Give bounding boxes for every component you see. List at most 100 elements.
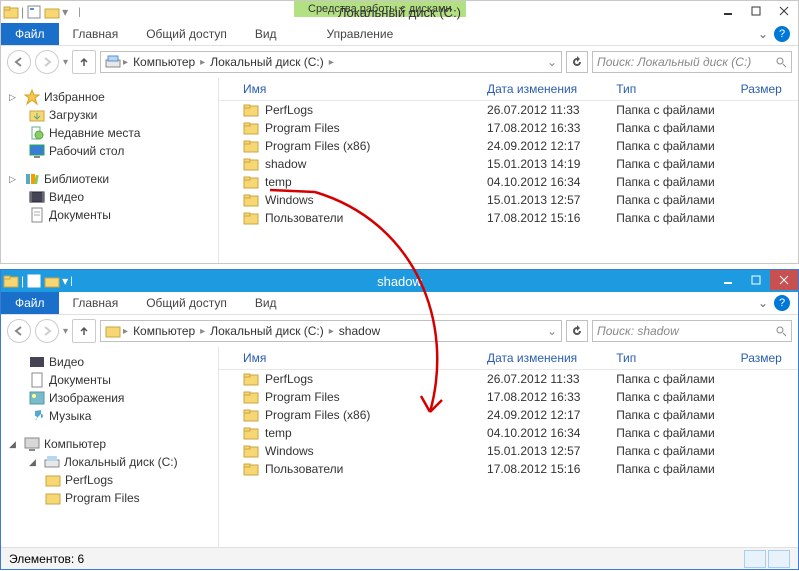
nav-desktop[interactable]: Рабочий стол (1, 142, 218, 160)
file-type: Папка с файлами (616, 139, 740, 153)
forward-button[interactable] (35, 50, 59, 74)
help-icon[interactable]: ? (774, 26, 790, 42)
view-details-button[interactable] (744, 550, 766, 568)
col-date[interactable]: Дата изменения (487, 82, 616, 96)
table-row[interactable]: Windows15.01.2013 12:57Папка с файлами (219, 442, 798, 460)
address-bar[interactable]: ▸ Компьютер ▸ Локальный диск (C:) ▸ shad… (100, 320, 562, 342)
nav-videos[interactable]: Видео (1, 188, 218, 206)
folder-icon (243, 138, 259, 154)
titlebar[interactable]: | ▾ | shadow (1, 270, 798, 292)
table-row[interactable]: Program Files (x86)24.09.2012 12:17Папка… (219, 406, 798, 424)
file-date: 04.10.2012 16:34 (487, 426, 616, 440)
drive-icon (105, 54, 121, 70)
address-bar[interactable]: ▸ Компьютер ▸ Локальный диск (C:) ▸ ⌄ (100, 51, 562, 73)
table-row[interactable]: temp04.10.2012 16:34Папка с файлами (219, 424, 798, 442)
titlebar[interactable]: | ▾ | Средства работы с дисками Локальны… (1, 1, 798, 23)
breadcrumb-item[interactable]: shadow (336, 324, 383, 338)
file-name: Program Files (x86) (265, 139, 370, 153)
open-folder-icon[interactable] (44, 4, 60, 20)
refresh-button[interactable] (566, 320, 588, 342)
table-row[interactable]: temp04.10.2012 16:34Папка с файлами (219, 173, 798, 191)
nav-pictures[interactable]: Изображения (1, 389, 218, 407)
table-row[interactable]: Program Files17.08.2012 16:33Папка с фай… (219, 388, 798, 406)
nav-libraries[interactable]: ▷Библиотеки (1, 170, 218, 188)
breadcrumb-item[interactable]: Локальный диск (C:) (207, 324, 327, 338)
nav-favorites[interactable]: ▷Избранное (1, 88, 218, 106)
col-size[interactable]: Размер (741, 351, 798, 365)
table-row[interactable]: Пользователи17.08.2012 15:16Папка с файл… (219, 209, 798, 227)
properties-icon[interactable] (26, 4, 42, 20)
ribbon-expand-icon[interactable]: ⌄ (758, 296, 768, 310)
table-row[interactable]: Program Files (x86)24.09.2012 12:17Папка… (219, 137, 798, 155)
file-list: Имя Дата изменения Тип Размер PerfLogs26… (219, 78, 798, 263)
nav-folder-programfiles[interactable]: Program Files (1, 489, 218, 507)
col-type[interactable]: Тип (616, 82, 740, 96)
col-name[interactable]: Имя (243, 82, 487, 96)
table-row[interactable]: Windows15.01.2013 12:57Папка с файлами (219, 191, 798, 209)
file-type: Папка с файлами (616, 444, 740, 458)
ribbon-expand-icon[interactable]: ⌄ (758, 27, 768, 41)
maximize-button[interactable] (742, 1, 770, 21)
tab-view[interactable]: Вид (241, 23, 291, 45)
search-input[interactable]: Поиск: Локальный диск (C:) (592, 51, 792, 73)
file-date: 17.08.2012 15:16 (487, 211, 616, 225)
file-tab[interactable]: Файл (1, 292, 59, 314)
table-row[interactable]: PerfLogs26.07.2012 11:33Папка с файлами (219, 370, 798, 388)
nav-drive-c[interactable]: ◢Локальный диск (C:) (1, 453, 218, 471)
back-button[interactable] (7, 50, 31, 74)
properties-icon[interactable] (26, 273, 42, 289)
nav-music[interactable]: Музыка (1, 407, 218, 425)
file-date: 17.08.2012 16:33 (487, 121, 616, 135)
tab-share[interactable]: Общий доступ (132, 292, 241, 314)
tab-home[interactable]: Главная (59, 292, 133, 314)
minimize-button[interactable] (714, 270, 742, 290)
breadcrumb-item[interactable]: Локальный диск (C:) (207, 55, 327, 69)
maximize-button[interactable] (742, 270, 770, 290)
table-row[interactable]: PerfLogs26.07.2012 11:33Папка с файлами (219, 101, 798, 119)
navigation-pane[interactable]: Видео Документы Изображения Музыка ◢Комп… (1, 347, 219, 547)
file-type: Папка с файлами (616, 157, 740, 171)
nav-documents[interactable]: Документы (1, 206, 218, 224)
help-icon[interactable]: ? (774, 295, 790, 311)
minimize-button[interactable] (714, 1, 742, 21)
tab-home[interactable]: Главная (59, 23, 133, 45)
tab-view[interactable]: Вид (241, 292, 291, 314)
nav-downloads[interactable]: Загрузки (1, 106, 218, 124)
back-button[interactable] (7, 319, 31, 343)
file-name: Пользователи (265, 462, 343, 476)
column-headers[interactable]: Имя Дата изменения Тип Размер (219, 78, 798, 101)
file-tab[interactable]: Файл (1, 23, 59, 45)
forward-button[interactable] (35, 319, 59, 343)
breadcrumb-item[interactable]: Компьютер (130, 324, 198, 338)
nav-folder-perflogs[interactable]: PerfLogs (1, 471, 218, 489)
search-input[interactable]: Поиск: shadow (592, 320, 792, 342)
up-button[interactable] (72, 319, 96, 343)
nav-documents[interactable]: Документы (1, 371, 218, 389)
col-date[interactable]: Дата изменения (487, 351, 616, 365)
file-date: 15.01.2013 12:57 (487, 193, 616, 207)
col-name[interactable]: Имя (243, 351, 487, 365)
nav-recent[interactable]: Недавние места (1, 124, 218, 142)
view-icons-button[interactable] (768, 550, 790, 568)
recent-locations-icon[interactable]: ▾ (63, 57, 68, 68)
navigation-pane[interactable]: ▷Избранное Загрузки Недавние места Рабоч… (1, 78, 219, 263)
recent-locations-icon[interactable]: ▾ (63, 326, 68, 337)
open-folder-icon[interactable] (44, 273, 60, 289)
table-row[interactable]: shadow15.01.2013 14:19Папка с файлами (219, 155, 798, 173)
nav-videos[interactable]: Видео (1, 353, 218, 371)
column-headers[interactable]: Имя Дата изменения Тип Размер (219, 347, 798, 370)
file-type: Папка с файлами (616, 175, 740, 189)
nav-computer[interactable]: ◢Компьютер (1, 435, 218, 453)
breadcrumb-item[interactable]: Компьютер (130, 55, 198, 69)
file-name: Пользователи (265, 211, 343, 225)
table-row[interactable]: Пользователи17.08.2012 15:16Папка с файл… (219, 460, 798, 478)
table-row[interactable]: Program Files17.08.2012 16:33Папка с фай… (219, 119, 798, 137)
tab-manage[interactable]: Управление (313, 23, 408, 45)
tab-share[interactable]: Общий доступ (132, 23, 241, 45)
close-button[interactable] (770, 270, 798, 290)
col-type[interactable]: Тип (616, 351, 740, 365)
close-button[interactable] (770, 1, 798, 21)
up-button[interactable] (72, 50, 96, 74)
col-size[interactable]: Размер (741, 82, 798, 96)
refresh-button[interactable] (566, 51, 588, 73)
